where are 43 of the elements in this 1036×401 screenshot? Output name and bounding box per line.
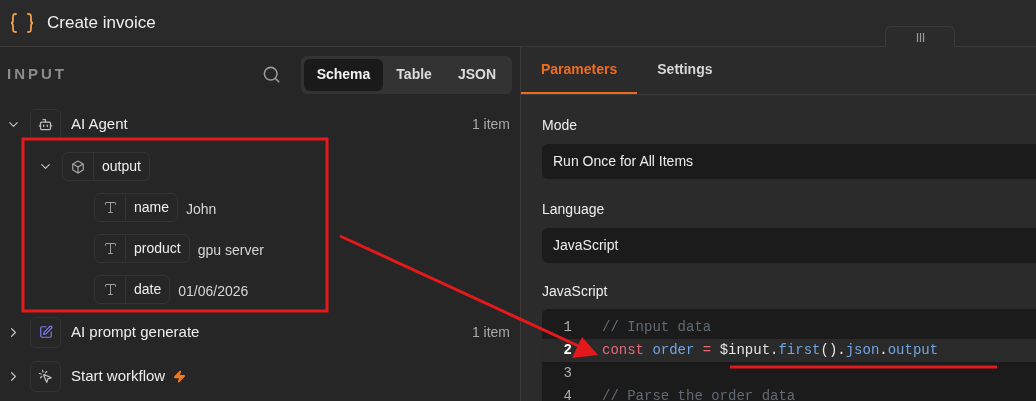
line-number: 3 xyxy=(562,364,572,383)
panel-tab[interactable]: Settings xyxy=(637,47,733,94)
panel-heading: INPUT xyxy=(7,64,67,85)
view-tab[interactable]: Schema xyxy=(303,58,384,91)
text-type-icon xyxy=(102,282,118,297)
item-count: 1 item xyxy=(471,322,510,342)
code-text: // Parse the order data xyxy=(602,387,796,401)
node-label[interactable]: AI Agent xyxy=(71,112,128,136)
select-field[interactable]: JavaScript xyxy=(542,228,1036,263)
pointer-click-icon xyxy=(38,368,53,384)
window-title: Create invoice xyxy=(47,12,156,35)
schema-key[interactable]: date xyxy=(94,275,171,304)
line-number: 1 xyxy=(562,318,572,337)
schema-value: gpu server xyxy=(197,241,264,260)
schema-key[interactable]: product xyxy=(94,234,190,263)
view-tab[interactable]: Table xyxy=(383,58,445,91)
code-text: // Input data xyxy=(602,318,712,337)
text-type-icon xyxy=(102,241,118,256)
text-type-icon xyxy=(102,200,118,215)
schema-key[interactable]: output xyxy=(62,152,150,181)
schema-value: John xyxy=(186,200,217,219)
panel-resize-handle[interactable] xyxy=(885,26,955,47)
node-label[interactable]: AI prompt generate xyxy=(71,320,200,344)
pencil-square-icon xyxy=(38,325,53,339)
code-editor[interactable]: 1 // Input data 2 const order = $input.first().json.output 3 4 // Parse the order data xyxy=(542,309,1036,401)
field-label: Language xyxy=(542,200,606,219)
node-label[interactable]: Start workflow xyxy=(71,364,166,388)
item-count: 1 item xyxy=(471,114,510,134)
line-number: 2 xyxy=(562,341,572,360)
robot-icon xyxy=(38,116,53,132)
field-label: JavaScript xyxy=(542,282,609,301)
search-icon[interactable] xyxy=(261,65,281,84)
field-label: Mode xyxy=(542,116,579,135)
cube-icon xyxy=(71,159,85,174)
line-number: 4 xyxy=(562,387,572,401)
select-field[interactable]: Run Once for All Items xyxy=(542,144,1036,179)
panel-tab[interactable]: Parameters xyxy=(521,47,638,94)
view-tab[interactable]: JSON xyxy=(444,58,509,91)
braces-icon xyxy=(9,12,35,34)
schema-key[interactable]: name xyxy=(94,193,179,222)
grip-icon xyxy=(915,32,925,42)
code-text: const order = $input.first().json.output xyxy=(602,341,939,360)
schema-value: 01/06/2026 xyxy=(178,282,249,301)
